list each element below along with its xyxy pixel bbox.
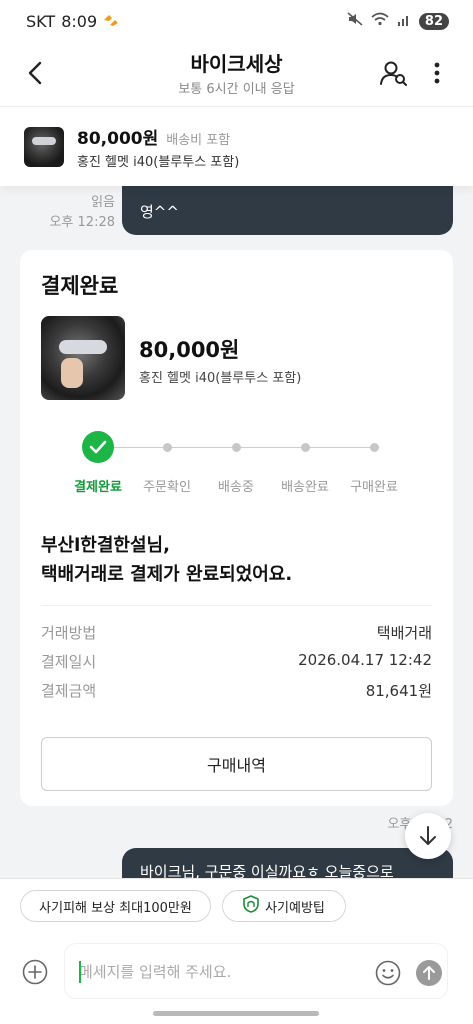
step-label: 구매완료 (350, 480, 398, 495)
sent-message-bubble: 영^^ (122, 186, 453, 235)
info-label: 결제일시 (41, 653, 97, 671)
carrier-label: SKT (26, 11, 56, 31)
info-value: 81,641원 (365, 682, 432, 700)
product-summary-bar[interactable]: 80,000원 배송비 포함 홍진 헬멧 i40(블루투스 포함) (0, 106, 473, 186)
card-title: 결제완료 (41, 274, 119, 298)
info-label: 거래방법 (41, 624, 97, 642)
info-value: 택배거래 (376, 624, 432, 642)
app-notification-icon (103, 12, 119, 31)
attach-button[interactable] (22, 959, 48, 985)
product-name: 홍진 헬멧 i40(블루투스 포함) (77, 154, 240, 170)
message-text: 바이크님, 구문중 이실까요ㅎ 오늘중으로 (140, 863, 394, 878)
product-thumbnail (24, 126, 64, 167)
chat-header: 바이크세상 보통 6시간 이내 응답 (0, 42, 473, 106)
info-label: 결제금액 (41, 682, 97, 700)
signal-icon (397, 13, 411, 30)
message-meta: 읽음 오후 12:28 (49, 193, 115, 233)
step-label: 배송완료 (281, 480, 329, 495)
info-row-method: 거래방법 택배거래 (41, 622, 432, 642)
more-vertical-icon (434, 62, 440, 84)
seller-profile-button[interactable] (377, 56, 411, 90)
step-order-confirm: 주문확인 (127, 428, 207, 495)
clock: 8:09 (61, 11, 98, 31)
shipping-note: 배송비 포함 (166, 132, 231, 148)
fraud-compensation-chip[interactable]: 사기피해 보상 최대100만원 (20, 890, 211, 922)
step-purchase-complete: 구매완료 (334, 428, 414, 495)
info-value: 2026.04.17 12:42 (298, 651, 432, 669)
send-button[interactable] (416, 960, 442, 986)
wifi-icon (371, 12, 389, 30)
chip-label: 사기피해 보상 최대100만원 (39, 900, 192, 916)
read-receipt: 읽음 (91, 195, 115, 210)
step-shipping: 배송중 (196, 428, 276, 495)
status-bar: SKT 8:09 82 (0, 0, 473, 42)
message-time: 오후 12:28 (49, 215, 115, 230)
product-image (41, 316, 125, 400)
order-progress-steps: 결제완료 주문확인 배송중 배송완료 구매완료 (20, 428, 453, 498)
message-text: 영^^ (140, 203, 179, 221)
card-product-name: 홍진 헬멧 i40(블루투스 포함) (139, 371, 302, 386)
more-options-button[interactable] (425, 56, 449, 90)
arrow-down-icon (420, 826, 436, 845)
home-indicator[interactable] (153, 1011, 319, 1016)
user-search-icon (380, 61, 407, 86)
composer-area: 사기피해 보상 최대100만원 사기예방팁 (0, 878, 473, 1024)
info-row-amount: 결제금액 81,641원 (41, 680, 432, 700)
battery-indicator: 82 (418, 12, 449, 30)
mute-icon (347, 12, 363, 30)
sent-message-bubble: 바이크님, 구문중 이실까요ㅎ 오늘중으로 (122, 848, 453, 878)
message-input-box (64, 943, 448, 999)
emoji-button[interactable] (375, 960, 401, 986)
purchase-history-button[interactable]: 구매내역 (41, 737, 432, 791)
shield-icon (243, 895, 259, 917)
chip-label: 사기예방팁 (265, 900, 325, 916)
message-input[interactable] (79, 960, 359, 984)
step-label: 배송중 (218, 480, 254, 495)
step-payment-complete: 결제완료 (58, 428, 138, 495)
scroll-to-bottom-button[interactable] (405, 813, 451, 859)
check-icon (82, 431, 114, 463)
payment-message-line2: 택배거래로 결제가 완료되었어요. (41, 564, 293, 585)
step-label: 결제완료 (74, 480, 122, 495)
smile-icon (375, 960, 401, 986)
step-delivered: 배송완료 (265, 428, 345, 495)
card-product-price: 80,000원 (139, 338, 240, 362)
product-price: 80,000원 (77, 128, 159, 149)
arrow-up-icon (423, 966, 435, 980)
step-label: 주문확인 (143, 480, 191, 495)
divider (41, 605, 432, 606)
fraud-prevention-tips-chip[interactable]: 사기예방팁 (222, 890, 346, 922)
payment-message: 부산l한결한설님, 택배거래로 결제가 완료되었어요. (41, 531, 292, 589)
payment-message-line1: 부산l한결한설님, (41, 535, 170, 556)
payment-complete-card: 결제완료 80,000원 홍진 헬멧 i40(블루투스 포함) 결제완료 주문확… (20, 250, 453, 806)
info-row-datetime: 결제일시 2026.04.17 12:42 (41, 651, 432, 671)
chat-messages[interactable]: 읽음 오후 12:28 영^^ 결제완료 80,000원 홍진 헬멧 i40(블… (0, 186, 473, 878)
plus-circle-icon (22, 959, 48, 985)
text-caret (79, 961, 81, 983)
